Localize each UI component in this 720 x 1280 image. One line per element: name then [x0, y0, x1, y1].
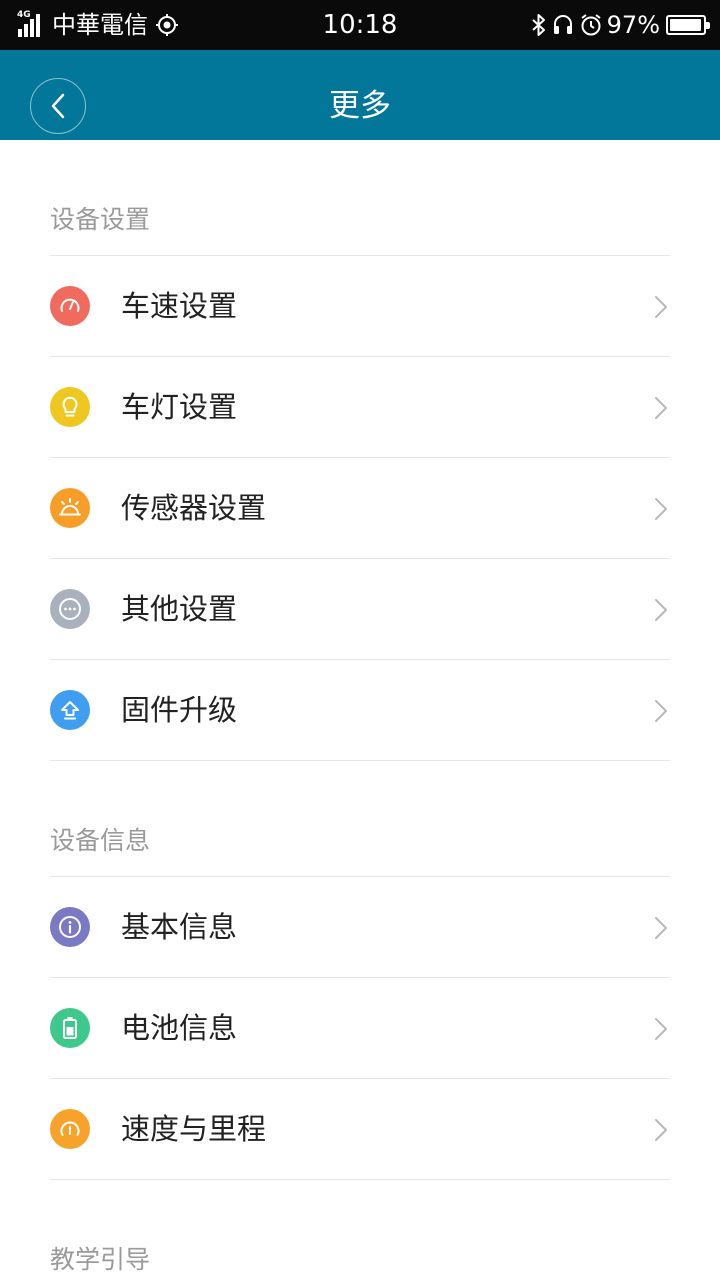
speedometer-icon: [50, 286, 90, 326]
upgrade-arrow-icon: [50, 690, 90, 730]
list-item-battery-info[interactable]: 电池信息: [50, 978, 670, 1079]
list-item-label: 速度与里程: [121, 1112, 267, 1146]
status-bar: 4G 中華電信 10:18 97%: [0, 0, 720, 50]
section-header-tutorial: 教学引导: [50, 1245, 151, 1274]
list-item-label: 基本信息: [121, 910, 238, 944]
list-item-label: 其他设置: [121, 592, 238, 626]
settings-list: 设备设置 车速设置 车灯设置 传感器设置 其他设置 固件升级 设备信息 基本信息…: [0, 140, 720, 1280]
info-icon: [50, 907, 90, 947]
list-item-label: 固件升级: [121, 693, 238, 727]
list-item-speed-settings[interactable]: 车速设置: [50, 256, 670, 357]
section-header-device-settings: 设备设置: [50, 140, 670, 256]
section-header-device-info: 设备信息: [50, 761, 670, 877]
chevron-right-icon: [655, 397, 667, 419]
battery-icon: [666, 15, 710, 35]
list-item-firmware-upgrade[interactable]: 固件升级: [50, 660, 670, 761]
chevron-right-icon: [655, 1018, 667, 1040]
battery-icon: [50, 1008, 90, 1048]
alarm-icon: [581, 14, 601, 36]
list-item-light-settings[interactable]: 车灯设置: [50, 357, 670, 458]
list-item-label: 电池信息: [121, 1011, 238, 1045]
chevron-right-icon: [655, 498, 667, 520]
list-item-label: 车速设置: [121, 289, 238, 323]
list-item-other-settings[interactable]: 其他设置: [50, 559, 670, 660]
battery-percent: 97%: [606, 11, 660, 39]
bulb-icon: [50, 387, 90, 427]
chevron-right-icon: [655, 1119, 667, 1141]
list-item-sensor-settings[interactable]: 传感器设置: [50, 458, 670, 559]
chevron-right-icon: [655, 917, 667, 939]
page-title: 更多: [329, 88, 391, 124]
chevron-right-icon: [655, 296, 667, 318]
more-dots-icon: [50, 589, 90, 629]
navigation-bar: 更多: [0, 50, 720, 140]
list-item-speed-mileage[interactable]: 速度与里程: [50, 1079, 670, 1180]
list-item-label: 车灯设置: [121, 390, 238, 424]
bluetooth-icon: [531, 14, 545, 36]
gauge-icon: [50, 1109, 90, 1149]
list-item-label: 传感器设置: [121, 491, 267, 525]
chevron-right-icon: [655, 700, 667, 722]
sensor-icon: [50, 488, 90, 528]
list-item-basic-info[interactable]: 基本信息: [50, 877, 670, 978]
chevron-right-icon: [655, 599, 667, 621]
headset-icon: [553, 15, 572, 34]
